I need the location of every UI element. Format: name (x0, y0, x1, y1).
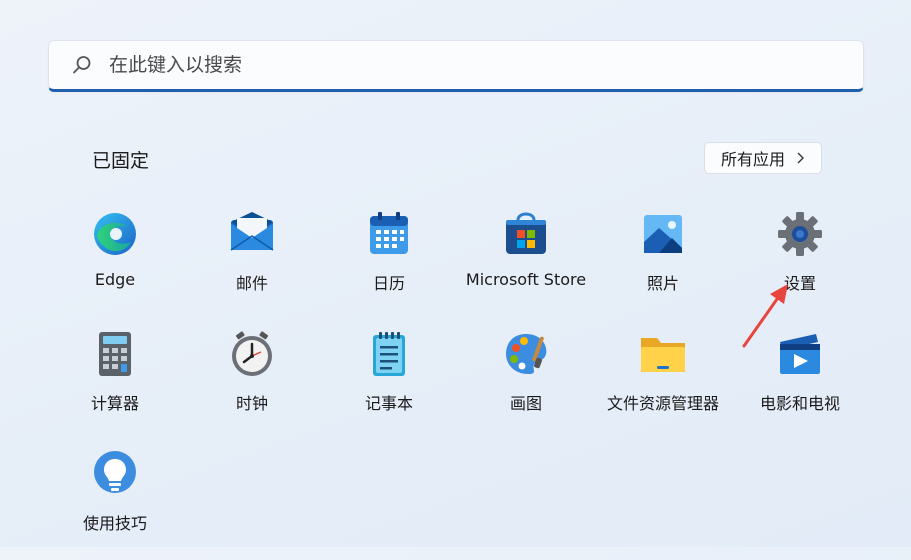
app-label: Edge (94, 270, 136, 289)
app-tile-edge[interactable]: Edge (47, 210, 183, 320)
annotation-arrow (742, 284, 788, 348)
app-tile-file-explorer[interactable]: 文件资源管理器 (595, 330, 731, 440)
search-box[interactable] (48, 40, 864, 92)
app-tile-clock[interactable]: 时钟 (184, 330, 320, 440)
app-label: 电影和电视 (759, 394, 840, 413)
app-tile-paint[interactable]: 画图 (458, 330, 594, 440)
pinned-title: 已固定 (92, 150, 150, 172)
app-label: 文件资源管理器 (606, 394, 719, 413)
tips-icon (91, 450, 139, 498)
paint-icon (502, 330, 550, 378)
app-label: 记事本 (364, 394, 413, 413)
app-label: 画图 (509, 394, 542, 413)
edge-icon (91, 210, 139, 258)
store-icon (502, 210, 550, 258)
app-tile-store[interactable]: Microsoft Store (458, 210, 594, 320)
chevron-right-icon (795, 149, 805, 168)
app-label: 时钟 (235, 394, 268, 413)
app-tile-photos[interactable]: 照片 (595, 210, 731, 320)
app-label: Microsoft Store (465, 270, 587, 289)
app-label: 计算器 (90, 394, 139, 413)
clock-icon (228, 330, 276, 378)
app-label: 邮件 (235, 274, 268, 293)
gear-icon (776, 210, 824, 258)
app-label: 使用技巧 (82, 514, 147, 533)
search-icon (71, 54, 93, 76)
app-tile-calculator[interactable]: 计算器 (47, 330, 183, 440)
mail-icon (228, 210, 276, 258)
app-tile-notepad[interactable]: 记事本 (321, 330, 457, 440)
folder-icon (639, 330, 687, 378)
calendar-icon (365, 210, 413, 258)
search-input[interactable] (107, 53, 711, 77)
app-tile-mail[interactable]: 邮件 (184, 210, 320, 320)
all-apps-label: 所有应用 (720, 150, 785, 169)
app-label: 日历 (372, 274, 405, 293)
app-tile-tips[interactable]: 使用技巧 (47, 450, 183, 560)
calculator-icon (91, 330, 139, 378)
all-apps-button[interactable]: 所有应用 (704, 142, 822, 174)
app-tile-calendar[interactable]: 日历 (321, 210, 457, 320)
photos-icon (639, 210, 687, 258)
notepad-icon (365, 330, 413, 378)
app-label: 照片 (646, 274, 679, 293)
